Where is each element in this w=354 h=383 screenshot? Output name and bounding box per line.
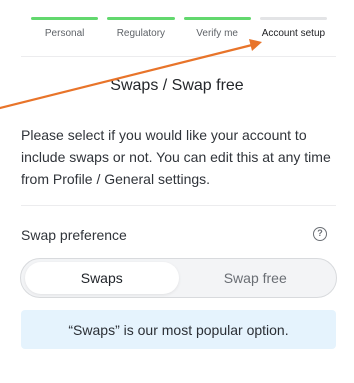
step-label: Regulatory [116,28,166,39]
section-divider [21,205,336,206]
page-description: Please select if you would like your acc… [21,127,331,187]
swap-free-option[interactable]: Swap free [179,262,333,294]
swap-preference-toggle: Swaps Swap free [20,258,337,298]
step-progress-bar [107,17,175,20]
step-label: Verify me [196,28,238,39]
step-progress-bar [31,17,99,20]
step-personal[interactable]: Personal [31,17,99,45]
account-setup-screen: Personal Regulatory Verify me Account se… [0,0,354,383]
step-regulatory[interactable]: Regulatory [107,17,175,45]
swap-preference-label: Swap preference [21,227,127,243]
step-label: Personal [44,28,85,39]
step-progress-bar [183,17,251,20]
progress-stepper: Personal Regulatory Verify me Account se… [31,17,327,45]
question-circle-icon[interactable]: ? [313,227,327,241]
top-divider [21,56,336,57]
popular-option-notice: “Swaps” is our most popular option. [21,310,336,349]
step-account-setup[interactable]: Account setup [259,17,327,45]
step-progress-bar [259,17,327,20]
swaps-option[interactable]: Swaps [25,262,179,294]
page-title: Swaps / Swap free [110,77,244,94]
step-label: Account setup [261,28,326,39]
step-verify-me[interactable]: Verify me [183,17,251,45]
